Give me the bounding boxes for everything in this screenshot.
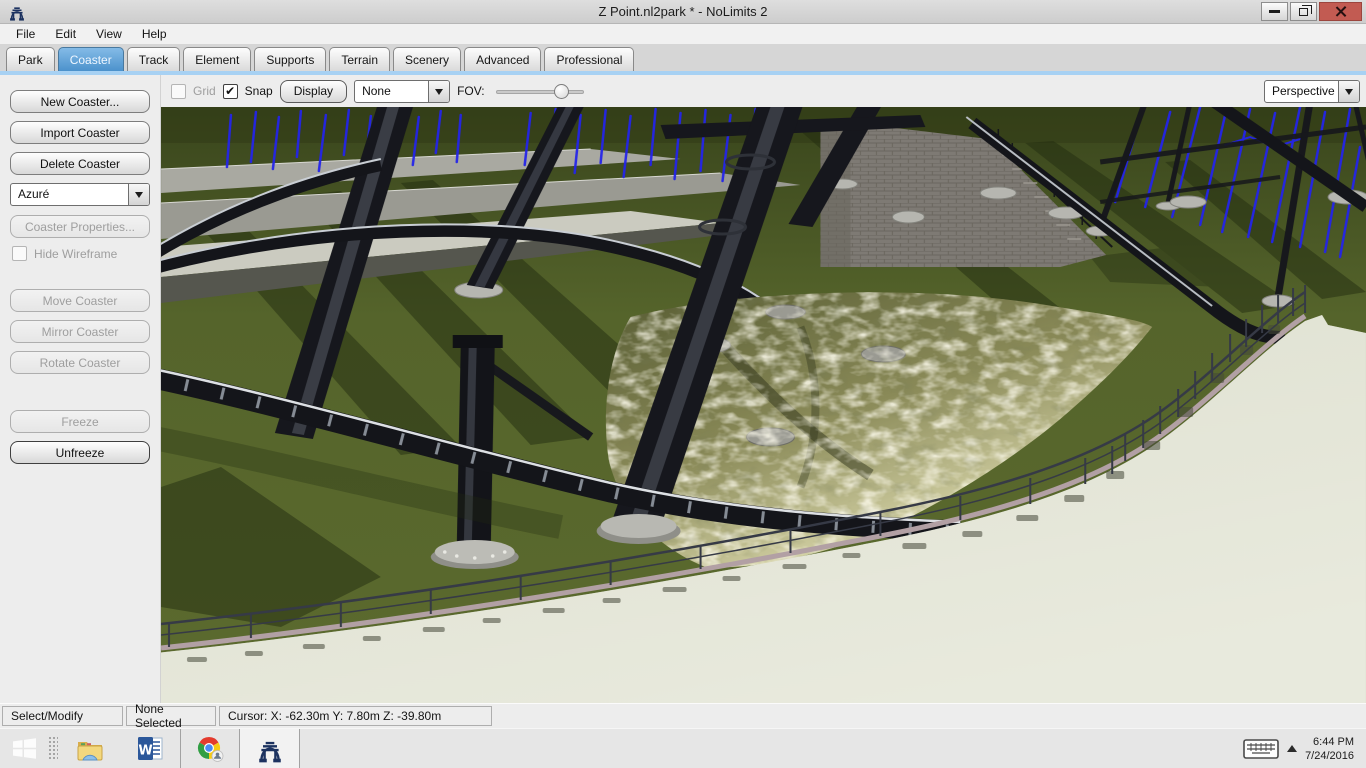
windows-logo-icon [13,737,36,760]
tab-professional[interactable]: Professional [544,47,634,71]
coaster-scene [161,107,1366,703]
restore-button[interactable] [1290,2,1317,21]
style-dropdown-value: None [355,81,428,102]
svg-text:W: W [138,744,152,759]
fov-slider-track [496,90,584,94]
tab-coaster[interactable]: Coaster [58,47,124,71]
taskbar-nolimits2-active[interactable] [240,729,300,768]
view-mode-value: Perspective [1265,81,1338,102]
hide-wireframe-checkbox[interactable] [12,246,27,261]
taskbar-clock[interactable]: 6:44 PM 7/24/2016 [1305,735,1358,763]
tab-element[interactable]: Element [183,47,251,71]
clock-time: 6:44 PM [1305,735,1354,749]
check-icon: ✔ [225,85,235,97]
taskbar-chrome[interactable] [180,729,240,768]
taskbar-file-explorer[interactable] [60,729,120,768]
style-dropdown-arrow[interactable] [428,81,449,102]
menu-edit[interactable]: Edit [45,25,86,44]
move-coaster-button[interactable]: Move Coaster [10,289,150,312]
taskbar: W 6:44 PM 7/24/2016 [0,728,1366,768]
import-coaster-button[interactable]: Import Coaster [10,121,150,144]
coaster-select-arrow[interactable] [128,184,149,205]
minimize-icon [1269,10,1280,13]
status-bar: Select/Modify None Selected Cursor: X: -… [0,703,1366,728]
show-hidden-icons-button[interactable] [1287,740,1297,752]
tab-scenery[interactable]: Scenery [393,47,461,71]
taskbar-word[interactable]: W [120,729,180,768]
status-cursor-coordinates: Cursor: X: -62.30m Y: 7.80m Z: -39.80m [219,706,492,726]
menu-bar: File Edit View Help [0,24,1366,44]
tab-terrain[interactable]: Terrain [329,47,390,71]
tab-park[interactable]: Park [6,47,55,71]
coaster-properties-button[interactable]: Coaster Properties... [10,215,150,238]
clock-date: 7/24/2016 [1305,749,1354,763]
delete-coaster-button[interactable]: Delete Coaster [10,152,150,175]
chrome-icon [196,735,224,763]
title-bar: Z Point.nl2park * - NoLimits 2 [0,0,1366,24]
keyboard-icon[interactable] [1243,737,1279,761]
taskbar-grip[interactable] [48,736,58,761]
start-button[interactable] [0,729,48,768]
coaster-select-value: Azuré [11,184,128,205]
menu-file[interactable]: File [6,25,45,44]
snap-label: Snap [245,84,273,98]
menu-view[interactable]: View [86,25,132,44]
tab-bar: Park Coaster Track Element Supports Terr… [0,44,1366,71]
file-explorer-icon [75,736,105,762]
restore-icon [1299,8,1308,16]
freeze-button[interactable]: Freeze [10,410,150,433]
system-tray: 6:44 PM 7/24/2016 [1223,729,1366,768]
chevron-down-icon [135,192,143,202]
grid-checkbox[interactable] [171,84,186,99]
rotate-coaster-button[interactable]: Rotate Coaster [10,351,150,374]
menu-help[interactable]: Help [132,25,177,44]
chevron-down-icon [1345,89,1353,99]
fov-label: FOV: [457,84,485,98]
status-mode: Select/Modify [2,706,123,726]
status-selection: None Selected [126,706,216,726]
coaster-sidebar: New Coaster... Import Coaster Delete Coa… [0,75,160,703]
coaster-select[interactable]: Azuré [10,183,150,206]
snap-checkbox[interactable]: ✔ [223,84,238,99]
unfreeze-button[interactable]: Unfreeze [10,441,150,464]
word-icon: W [137,735,164,762]
view-mode-arrow[interactable] [1338,81,1359,102]
minimize-button[interactable] [1261,2,1288,21]
hide-wireframe-label: Hide Wireframe [34,247,117,261]
tab-track[interactable]: Track [127,47,181,71]
chevron-down-icon [435,89,443,99]
nolimits2-icon [256,735,284,763]
display-button[interactable]: Display [280,80,347,103]
new-coaster-button[interactable]: New Coaster... [10,90,150,113]
view-toolbar: Grid ✔ Snap Display None FOV: Perspectiv… [161,75,1366,107]
close-icon [1335,6,1346,17]
tab-supports[interactable]: Supports [254,47,326,71]
3d-viewport[interactable] [161,107,1366,703]
fov-slider-handle[interactable] [554,84,569,99]
window-title: Z Point.nl2park * - NoLimits 2 [0,4,1366,19]
close-button[interactable] [1319,2,1362,21]
hide-wireframe-row: Hide Wireframe [12,246,160,261]
view-mode-dropdown[interactable]: Perspective [1264,80,1360,103]
style-dropdown[interactable]: None [354,80,450,103]
tab-advanced[interactable]: Advanced [464,47,541,71]
fov-slider[interactable] [496,83,584,100]
mirror-coaster-button[interactable]: Mirror Coaster [10,320,150,343]
grid-label: Grid [193,84,216,98]
